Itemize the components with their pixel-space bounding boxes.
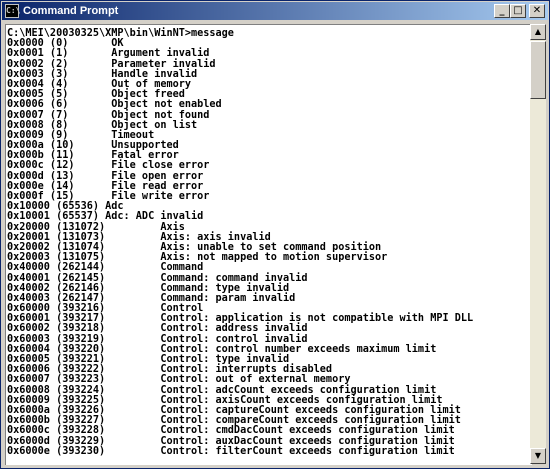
console-line: 0x6000c (393228) Control: cmdDacCount ex… [7, 425, 455, 437]
console-line: 0x6000e (393230) Control: filterCount ex… [7, 445, 455, 457]
command-prompt-window: C:\ Command Prompt _ □ ✕ C:\MEI\20030325… [0, 0, 550, 469]
scroll-up-arrow-icon[interactable]: ▲ [530, 24, 546, 40]
scroll-down-arrow-icon[interactable]: ▼ [530, 448, 546, 464]
title-bar[interactable]: C:\ Command Prompt _ □ ✕ [2, 2, 548, 20]
cmd-icon[interactable]: C:\ [5, 4, 20, 18]
maximize-button[interactable]: □ [510, 4, 526, 18]
console-output[interactable]: C:\MEI\20030325\XMP\bin\WinNT>message 0x0… [5, 24, 532, 465]
console-lines: C:\MEI\20030325\XMP\bin\WinNT>message 0x0… [7, 28, 473, 457]
close-button[interactable]: ✕ [529, 4, 545, 18]
console-line: 0x0006 (6) Object not enabled [7, 99, 222, 111]
minimize-button[interactable]: _ [494, 4, 510, 18]
vertical-scrollbar[interactable]: ▲ ▼ [530, 24, 546, 464]
console-line: 0x40000 (262144) Command [7, 262, 204, 274]
scrollbar-thumb[interactable] [530, 41, 546, 99]
window-title: Command Prompt [23, 5, 119, 17]
